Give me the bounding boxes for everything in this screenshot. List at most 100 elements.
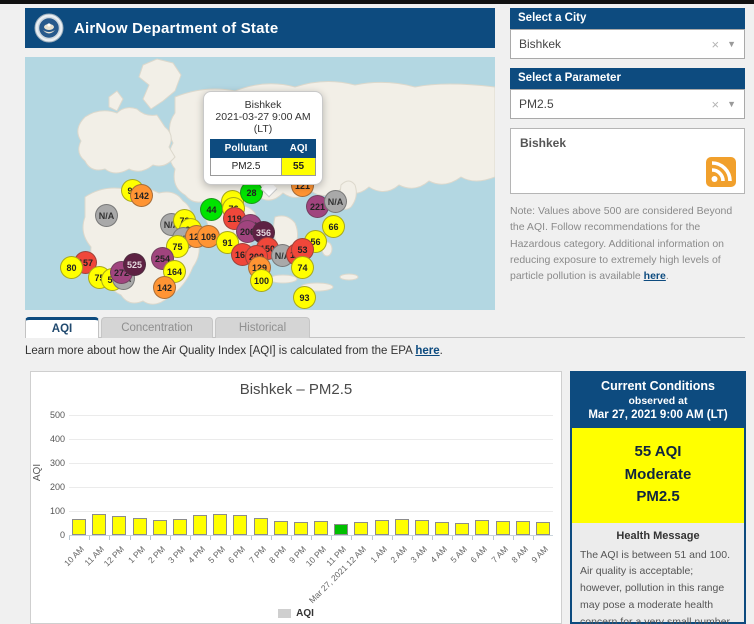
aqi-bar[interactable] [173,519,187,535]
popup-pollutant-value: PM2.5 [211,158,282,176]
x-tick [412,536,413,540]
aqi-bar[interactable] [112,516,126,535]
y-tick-label: 300 [39,458,65,468]
window-edge [0,0,754,4]
map-marker[interactable]: 142 [130,184,153,207]
select-city-header: Select a City [510,8,745,29]
current-conditions-header: Current Conditions observed at Mar 27, 2… [572,373,744,428]
chevron-down-icon[interactable]: ▼ [727,99,736,109]
gridline [69,463,553,464]
aqi-bar[interactable] [72,519,86,535]
rss-feed-icon[interactable] [706,157,736,187]
map-marker[interactable]: 44 [200,198,223,221]
gridline [69,487,553,488]
map-marker[interactable]: 74 [291,256,314,279]
map-marker[interactable]: 80 [60,256,83,279]
tab-concentration[interactable]: Concentration [101,317,213,338]
aqi-bar[interactable] [334,524,348,535]
aqi-bar[interactable] [92,514,106,535]
map-marker[interactable]: 142 [153,276,176,299]
map-marker[interactable]: 66 [322,215,345,238]
aqi-bar[interactable] [294,522,308,535]
aqi-bar[interactable] [475,520,489,535]
select-parameter-header: Select a Parameter [510,68,745,89]
health-message-title: Health Message [580,530,736,542]
x-tick [271,536,272,540]
aqi-bar[interactable] [233,515,247,535]
x-tick [432,536,433,540]
x-tick [331,536,332,540]
aqi-bar[interactable] [496,521,510,535]
health-message-text: The AQI is between 51 and 100. Air quali… [580,547,736,624]
x-tick [230,536,231,540]
aqi-bar[interactable] [274,521,288,535]
x-tick [452,536,453,540]
aqi-bar[interactable] [133,518,147,535]
map-marker[interactable]: N/A [95,204,118,227]
x-tick [251,536,252,540]
aqi-bar[interactable] [354,522,368,535]
clear-parameter-icon[interactable]: × [711,97,719,112]
gridline [69,415,553,416]
popup-aqi-value: 55 [282,158,316,176]
tab-bar: AQI Concentration Historical [25,317,745,338]
city-select-value: Bishkek [519,37,711,51]
department-of-state-seal-icon [34,13,64,43]
chevron-down-icon[interactable]: ▼ [727,39,736,49]
epa-link[interactable]: here [415,345,439,357]
map-marker[interactable]: 93 [293,286,316,309]
popup-timezone: (LT) [210,123,316,135]
aqi-bar[interactable] [193,515,207,535]
y-tick-label: 500 [39,410,65,420]
aqi-bar[interactable] [536,522,550,535]
tab-aqi[interactable]: AQI [25,317,99,338]
aqi-bar[interactable] [455,523,469,535]
x-tick [291,536,292,540]
map-marker[interactable]: 525 [123,253,146,276]
aqi-bar[interactable] [213,514,227,535]
chart-plot: 0100200300400500 [69,415,553,535]
x-tick [130,536,131,540]
aqi-world-map[interactable]: N/A90142N/A7394N/A1281097525416414215780… [25,57,495,310]
page: AirNow Department of State N/A90142N/A73… [0,0,754,624]
tab-historical[interactable]: Historical [215,317,310,338]
popup-col-pollutant: Pollutant [211,140,282,158]
current-conditions-title: Current Conditions [576,379,740,393]
parameter-select[interactable]: PM2.5 × ▼ [510,89,745,119]
aqi-bar[interactable] [314,521,328,535]
map-marker[interactable]: N/A [324,190,347,213]
y-tick-label: 200 [39,482,65,492]
note-suffix: . [666,270,669,282]
feed-city-label: Bishkek [520,136,735,150]
aqi-bar[interactable] [395,519,409,535]
aqi-bar[interactable] [254,518,268,535]
current-aqi-pollutant: PM2.5 [576,486,740,509]
x-tick [190,536,191,540]
x-tick [311,536,312,540]
note-here-link[interactable]: here [644,270,666,282]
gridline [69,511,553,512]
observed-at-label: observed at [576,395,740,407]
learn-more-text: Learn more about how the Air Quality Ind… [25,345,443,357]
city-select[interactable]: Bishkek × ▼ [510,29,745,59]
note-text: Note: Values above 500 are considered Be… [510,205,732,282]
popup-col-aqi: AQI [282,140,316,158]
aqi-bar[interactable] [375,520,389,535]
aqi-bar[interactable] [435,522,449,535]
aqi-bar[interactable] [153,520,167,535]
aqi-bar[interactable] [516,521,530,535]
map-marker[interactable]: 100 [250,269,273,292]
y-tick-label: 100 [39,506,65,516]
city-feed-box: Bishkek [510,128,745,194]
aqi-bar[interactable] [415,520,429,535]
learn-more-suffix: . [440,345,443,357]
x-tick [372,536,373,540]
learn-more-prefix: Learn more about how the Air Quality Ind… [25,345,415,357]
popup-datetime: 2021-03-27 9:00 AM [210,111,316,123]
x-tick [69,536,70,540]
x-tick [472,536,473,540]
current-aqi-category: Moderate [576,464,740,487]
y-tick-label: 0 [39,530,65,540]
clear-city-icon[interactable]: × [711,37,719,52]
map-popup[interactable]: Bishkek 2021-03-27 9:00 AM (LT) Pollutan… [203,91,323,185]
